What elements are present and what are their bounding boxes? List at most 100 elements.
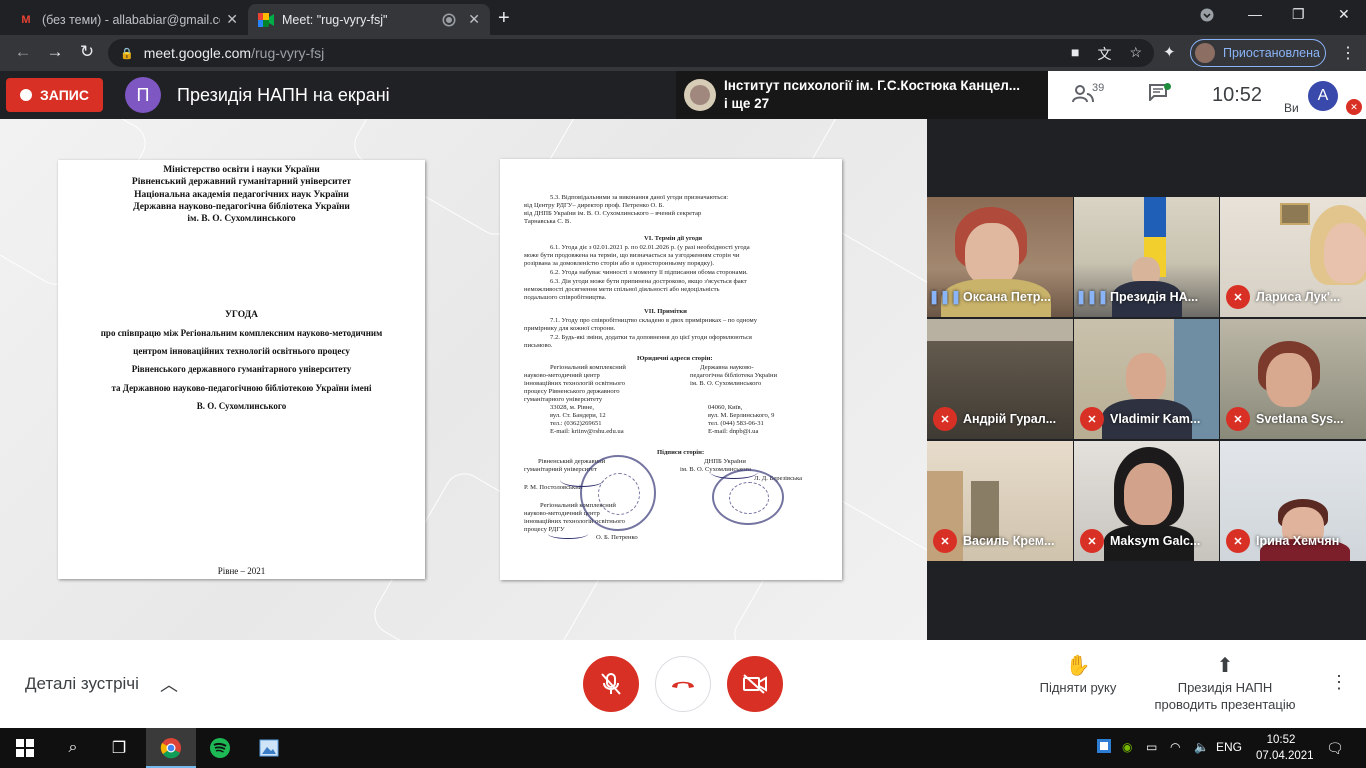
- tab-gmail[interactable]: M (без теми) - allababiar@gmail.co ✕: [8, 4, 248, 35]
- tab-search-icon[interactable]: [1200, 8, 1214, 25]
- volume-icon[interactable]: 🔈: [1194, 740, 1209, 754]
- signature-mark: [548, 529, 588, 539]
- photos-app-icon[interactable]: [258, 736, 280, 760]
- signature-mark: [560, 473, 604, 487]
- doc-address-line: вул. М. Берлинського, 9: [708, 412, 775, 419]
- mic-off-icon: ✕: [1226, 407, 1250, 431]
- doc-title: УГОДА: [224, 310, 259, 320]
- taskbar-clock[interactable]: 10:52 07.04.2021: [1256, 732, 1314, 764]
- camera-icon[interactable]: ■: [1071, 44, 1079, 64]
- participant-name: Vladimir Kam...: [1110, 412, 1201, 426]
- doc-line: примірнику для кожної сторони.: [524, 325, 616, 332]
- doc-section-heading: Підписи сторін:: [657, 449, 705, 456]
- more-options-icon[interactable]: ⋮: [1330, 672, 1348, 693]
- windows-taskbar: ⌕ ❐ ◉ ▭ ◠ 🔈 ENG 10:52 07.04.2021 🗨: [0, 728, 1366, 768]
- close-window-icon[interactable]: ✕: [1338, 6, 1350, 23]
- participant-name: Svetlana Sys...: [1256, 412, 1344, 426]
- raise-hand-button[interactable]: ✋ Підняти руку: [1030, 656, 1126, 696]
- participant-tile[interactable]: ❚❚❚ Президія НА...: [1074, 197, 1219, 317]
- camera-toggle-button[interactable]: [727, 656, 783, 712]
- star-icon[interactable]: ☆: [1129, 44, 1142, 64]
- doc-header-line: Рівненський державний гуманітарний уніве…: [131, 177, 352, 188]
- gmail-icon: M: [21, 13, 31, 26]
- people-icon[interactable]: [1072, 85, 1094, 108]
- keyboard-language[interactable]: ENG: [1216, 740, 1242, 754]
- profile-button[interactable]: Приостановлена: [1190, 39, 1326, 67]
- self-label: Ви: [1284, 101, 1299, 115]
- speaking-indicator-icon: ❚❚❚: [928, 289, 962, 304]
- doc-line: 7.1. Угоду про співробітництво складено …: [550, 317, 757, 324]
- doc-address-line: ім. В. О. Сухомлинського: [690, 380, 762, 387]
- presentation-stage: Міністерство освіти і науки України Рівн…: [0, 119, 927, 640]
- mic-off-icon: ✕: [1080, 529, 1104, 553]
- doc-line: Тарнавська С. В.: [524, 218, 571, 225]
- doc-section-heading: VI. Термін дії угоди: [644, 235, 703, 242]
- close-tab-icon[interactable]: ✕: [226, 11, 238, 28]
- windows-start-icon[interactable]: [14, 736, 36, 760]
- notifications-icon[interactable]: 🗨: [1326, 740, 1344, 757]
- doc-line: розірвана за домовленістю сторін або в о…: [524, 260, 715, 267]
- participant-tile[interactable]: ✕ Лариса Лук'...: [1220, 197, 1366, 317]
- search-icon[interactable]: ⌕: [62, 736, 84, 760]
- tray-app-icon[interactable]: [1096, 738, 1112, 757]
- wifi-icon[interactable]: ◠: [1170, 740, 1180, 754]
- new-tab-button[interactable]: +: [498, 7, 510, 30]
- translate-icon[interactable]: 文: [1097, 44, 1111, 64]
- doc-address-line: 04060, Київ,: [708, 404, 743, 411]
- minimize-icon[interactable]: —: [1248, 6, 1262, 22]
- participant-tile[interactable]: ✕ Svetlana Sys...: [1220, 319, 1366, 439]
- recording-indicator-icon: [444, 14, 455, 25]
- chrome-icon[interactable]: [159, 736, 183, 760]
- participant-name: Оксана Петр...: [963, 290, 1051, 304]
- profile-status: Приостановлена: [1223, 46, 1320, 60]
- reload-icon[interactable]: ↻: [76, 42, 98, 62]
- document-page-1: Міністерство освіти і науки України Рівн…: [58, 160, 425, 579]
- participant-name: Лариса Лук'...: [1256, 290, 1341, 304]
- address-bar[interactable]: 🔒 meet.google.com/rug-vyry-fsj ■ 文 ☆: [108, 39, 1154, 67]
- restore-icon[interactable]: ❐: [1292, 6, 1305, 23]
- battery-icon[interactable]: ▭: [1146, 740, 1157, 754]
- chat-unread-dot: [1164, 83, 1171, 90]
- meet-icon: [258, 12, 274, 28]
- chevron-up-icon[interactable]: ︿: [160, 671, 178, 697]
- close-tab-icon[interactable]: ✕: [468, 11, 480, 28]
- doc-line: письмово.: [524, 342, 553, 349]
- tab-title: (без теми) - allababiar@gmail.co: [42, 12, 221, 27]
- doc-address-line: E-mail: kriinv@rshu.edu.ua: [550, 428, 624, 435]
- doc-line: 7.2. Будь-які зміни, додатки та доповнен…: [550, 334, 752, 341]
- participant-tile[interactable]: ✕ Ірина Хемчян: [1220, 441, 1366, 561]
- browser-tab-strip: M (без теми) - allababiar@gmail.co ✕ Mee…: [0, 0, 1366, 35]
- self-avatar[interactable]: A: [1308, 81, 1338, 111]
- extensions-icon[interactable]: ✦: [1163, 43, 1176, 61]
- chrome-menu-icon[interactable]: ⋮: [1340, 43, 1356, 63]
- browser-toolbar: ← → ↻ 🔒 meet.google.com/rug-vyry-fsj ■ 文…: [0, 35, 1366, 71]
- doc-subtitle: про співпрацю між Регіональним комплексн…: [100, 328, 383, 411]
- speaker-avatar: [684, 79, 716, 111]
- participant-tile[interactable]: ❚❚❚ Оксана Петр...: [927, 197, 1073, 317]
- participant-name: Ірина Хемчян: [1256, 534, 1340, 548]
- participant-tile[interactable]: ✕ Vladimir Kam...: [1074, 319, 1219, 439]
- participant-name: Maksym Galc...: [1110, 534, 1201, 548]
- presentation-status-button[interactable]: ⬆︎ Президія НАПН проводить презентацію: [1146, 656, 1304, 713]
- participant-tile[interactable]: ✕ Андрій Гурал...: [927, 319, 1073, 439]
- back-icon[interactable]: ←: [12, 42, 34, 62]
- mic-toggle-button[interactable]: [583, 656, 639, 712]
- doc-address-line: 33028, м. Рівне,: [550, 404, 594, 411]
- tab-meet[interactable]: Meet: "rug-vyry-fsj" ✕: [248, 4, 490, 35]
- speaker-others: і ще 27: [724, 96, 770, 111]
- leave-call-button[interactable]: [655, 656, 711, 712]
- spotify-icon[interactable]: [208, 736, 232, 760]
- speaking-indicator-icon: ❚❚❚: [1075, 289, 1109, 304]
- participant-tile[interactable]: ✕ Maksym Galc...: [1074, 441, 1219, 561]
- doc-address-line: тел.: (0362)269651: [550, 420, 602, 427]
- task-view-icon[interactable]: ❐: [108, 736, 130, 760]
- meeting-details-button[interactable]: Деталі зустрічі: [25, 674, 139, 694]
- doc-section-heading: Юридичні адреси сторін:: [637, 355, 713, 362]
- nvidia-icon[interactable]: ◉: [1122, 740, 1132, 754]
- participant-tile[interactable]: ✕ Василь Крем...: [927, 441, 1073, 561]
- forward-icon[interactable]: →: [44, 42, 66, 62]
- doc-address-line: тел. (044) 583-06-31: [708, 420, 764, 427]
- stamp-seal-left: [580, 455, 656, 531]
- camera-off-icon: [743, 674, 767, 694]
- recording-badge[interactable]: ЗАПИС: [6, 78, 103, 112]
